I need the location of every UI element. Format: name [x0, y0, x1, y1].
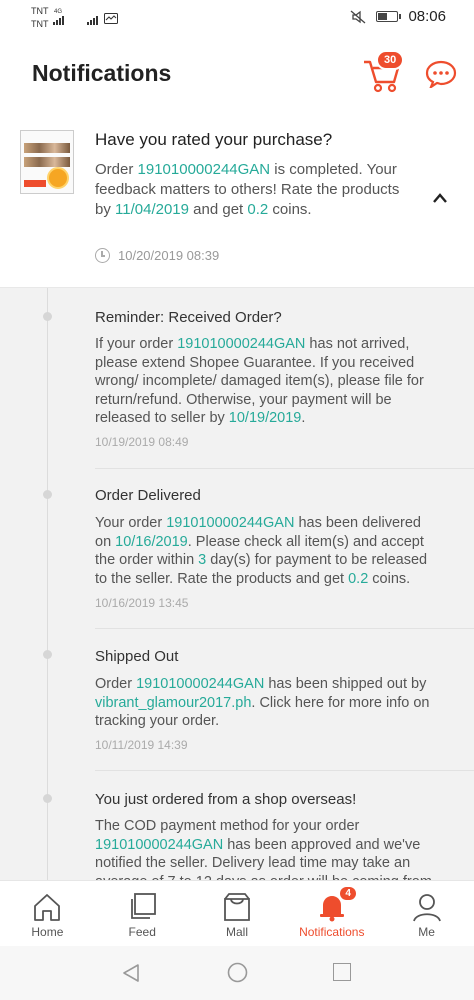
highlight-text[interactable]: 191010000244GAN: [95, 837, 223, 853]
system-nav-bar: [0, 946, 474, 1000]
nav-label: Me: [418, 925, 435, 939]
status-bar: TNT 4G TNT 08:06: [0, 0, 474, 36]
highlight-text[interactable]: 10/16/2019: [115, 534, 188, 550]
order-id-link[interactable]: 191010000244GAN: [138, 161, 271, 178]
notification-timeline: Reminder: Received Order? If your order …: [0, 288, 474, 880]
page-title: Notifications: [32, 60, 172, 86]
cart-count-badge: 30: [376, 50, 405, 70]
nav-label: Feed: [128, 925, 156, 939]
highlight-text[interactable]: 191010000244GAN: [166, 515, 294, 531]
timeline-dot: [43, 312, 52, 321]
signal-icon: [87, 16, 98, 25]
timeline-dot: [43, 794, 52, 803]
divider: [95, 468, 474, 469]
body-text: Order: [95, 676, 137, 692]
chat-icon[interactable]: [425, 60, 457, 88]
timeline-item-body: The COD payment method for your order 19…: [95, 817, 440, 880]
timeline-item-title: Order Delivered: [95, 487, 201, 504]
timeline-item-title: You just ordered from a shop overseas!: [95, 791, 357, 808]
battery-icon: [376, 11, 402, 22]
status-time: 08:06: [408, 8, 446, 25]
product-thumbnail: [20, 130, 74, 194]
timeline-item-time: 10/11/2019 14:39: [95, 738, 188, 752]
chevron-up-icon[interactable]: [432, 192, 448, 204]
deadline-date: 11/04/2019: [115, 201, 189, 218]
carrier-label-2: TNT: [31, 19, 49, 29]
timeline-item-title: Shipped Out: [95, 648, 179, 665]
body-text: Your order: [95, 515, 167, 531]
divider: [95, 770, 474, 771]
highlight-text[interactable]: 191010000244GAN: [177, 336, 305, 352]
highlight-text[interactable]: 0.2: [348, 571, 368, 587]
clock-icon: [95, 248, 110, 263]
body-text: .: [301, 410, 306, 426]
body-text: If your order: [95, 336, 178, 352]
person-icon: [412, 894, 441, 922]
timeline-dot: [43, 490, 52, 499]
rate-purchase-card[interactable]: Have you rated your purchase? Order 1910…: [0, 112, 474, 288]
app-header: Notifications 30: [0, 36, 474, 112]
bottom-nav: Home Feed Mall 4 Notifications Me: [0, 880, 474, 946]
divider: [95, 628, 474, 629]
home-circle-icon[interactable]: [227, 962, 248, 983]
timeline-item-body: If your order 191010000244GAN has not ar…: [95, 335, 440, 428]
mute-icon: [351, 10, 366, 23]
nav-feed[interactable]: Feed: [95, 881, 190, 946]
highlight-text[interactable]: 191010000244GAN: [136, 676, 264, 692]
signal-icon: [53, 16, 64, 25]
nav-home[interactable]: Home: [0, 881, 95, 946]
timeline-item-body: Order 191010000244GAN has been shipped o…: [95, 675, 440, 731]
nav-label: Mall: [225, 925, 248, 939]
timeline-line: [47, 288, 48, 880]
notifications-badge: 4: [338, 885, 358, 902]
rate-card-title: Have you rated your purchase?: [95, 130, 333, 149]
nav-label: Notifications: [299, 925, 365, 939]
highlight-text[interactable]: 10/19/2019: [229, 410, 302, 426]
body-text: coins.: [368, 570, 411, 587]
timeline-item-body: Your order 191010000244GAN has been deli…: [95, 514, 440, 588]
timeline-item-time: 10/16/2019 13:45: [95, 596, 189, 610]
rate-card-body: Order 191010000244GAN is completed. Your…: [95, 161, 400, 218]
nav-me[interactable]: Me: [379, 881, 474, 946]
rate-card-timestamp: 10/20/2019 08:39: [95, 248, 219, 263]
highlight-text[interactable]: vibrant_glamour2017.ph: [95, 695, 251, 711]
body-text: The COD payment method for your order: [95, 818, 360, 834]
activity-icon: [104, 13, 118, 24]
recent-apps-icon[interactable]: [333, 963, 351, 981]
nav-mall[interactable]: Mall: [190, 881, 285, 946]
timeline-dot: [43, 650, 52, 659]
body-text: has been shipped out by: [264, 676, 427, 692]
carrier-label-1: TNT: [31, 6, 49, 16]
nav-notifications[interactable]: 4 Notifications: [284, 881, 379, 946]
network-label: 4G: [54, 9, 63, 15]
mall-icon: [224, 893, 250, 921]
coins-amount: 0.2: [247, 201, 269, 218]
nav-label: Home: [31, 925, 64, 939]
back-icon[interactable]: [122, 963, 140, 983]
timeline-item-time: 10/19/2019 08:49: [95, 435, 189, 449]
feed-icon: [131, 893, 157, 919]
home-icon: [34, 894, 61, 921]
timeline-item-title: Reminder: Received Order?: [95, 309, 282, 326]
